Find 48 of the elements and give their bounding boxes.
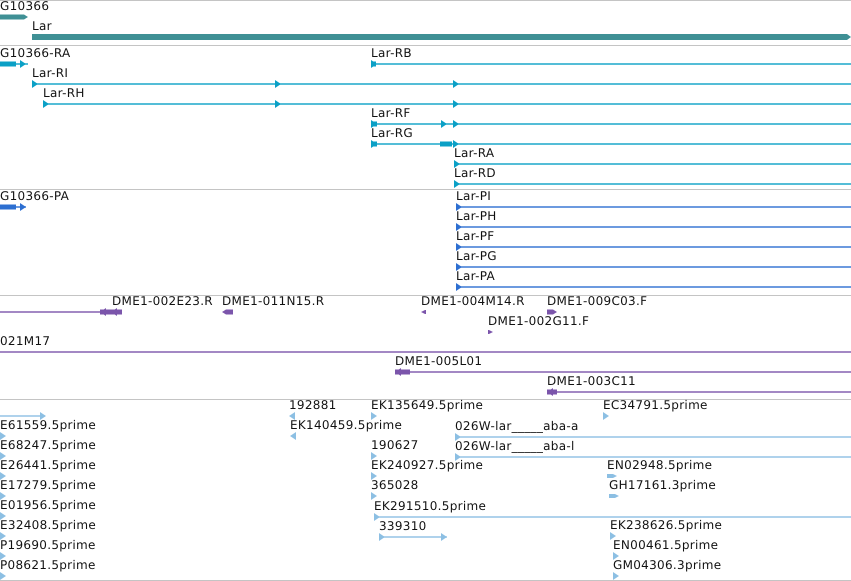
feature-label: 026W-lar_____aba-l: [455, 438, 575, 453]
feature-label: P08621.5prime: [0, 558, 96, 572]
feature-label: G10366-PA: [0, 189, 70, 204]
feature-label: Lar-PG: [456, 249, 497, 264]
feature-label: 021M17: [0, 334, 50, 348]
feature-label: P19690.5prime: [0, 538, 96, 552]
feature-label: Lar-RG: [371, 126, 413, 140]
feature-label: 365028: [371, 478, 419, 492]
feature-label: G10366: [0, 0, 50, 13]
feature-label: EK291510.5prime: [374, 498, 486, 513]
feature-label: Lar-RA: [454, 146, 494, 160]
feature-label: DME1-002E23.R: [112, 294, 213, 308]
feature-label: DME1-002G11.F: [488, 314, 590, 328]
feature-label: 192881: [289, 398, 337, 412]
feature-label: E01956.5prime: [0, 498, 96, 512]
feature-label: DME1-005L01: [395, 354, 482, 368]
feature-label: DME1-004M14.R: [421, 294, 525, 308]
feature-label: E17279.5prime: [0, 478, 96, 492]
feature-label: EK140459.5prime: [290, 418, 402, 432]
feature-label: EC34791.5prime: [603, 398, 708, 412]
feature-label: EN00461.5prime: [613, 538, 718, 552]
feature-label: EK135649.5prime: [371, 398, 484, 412]
feature-label: E61559.5prime: [0, 418, 96, 432]
feature-label: E26441.5prime: [0, 458, 96, 472]
feature-label: DME1-009C03.F: [547, 294, 648, 308]
feature-label: Lar-RI: [32, 66, 68, 80]
feature-label: DME1-011N15.R: [222, 294, 324, 308]
feature-label: EN02948.5prime: [607, 458, 712, 472]
feature-label: GM04306.3prime: [613, 558, 722, 572]
feature-label: EK240927.5prime: [371, 458, 484, 472]
feature-label: E32408.5prime: [0, 518, 96, 532]
feature-label: 339310: [379, 518, 427, 533]
feature-label: Lar-RH: [43, 86, 85, 100]
feature-label: Lar-PA: [456, 269, 496, 284]
feature-label: Lar-RD: [454, 166, 496, 180]
feature-label: Lar: [32, 19, 52, 33]
feature-label: Lar-PI: [456, 189, 492, 204]
feature-label: E68247.5prime: [0, 438, 96, 452]
feature-label: 026W-lar_____aba-a: [455, 418, 579, 433]
feature-label: 190627: [371, 438, 419, 452]
feature-label: Lar-RF: [371, 106, 411, 120]
feature-label: GH17161.3prime: [609, 478, 716, 492]
feature-label: EK238626.5prime: [610, 518, 722, 532]
feature-label: Lar-PF: [456, 229, 494, 244]
feature-label: Lar-PH: [456, 209, 497, 224]
feature-label: DME1-003C11: [547, 374, 636, 388]
feature-label: G10366-RA: [0, 46, 71, 60]
feature-label: Lar-RB: [371, 46, 412, 60]
